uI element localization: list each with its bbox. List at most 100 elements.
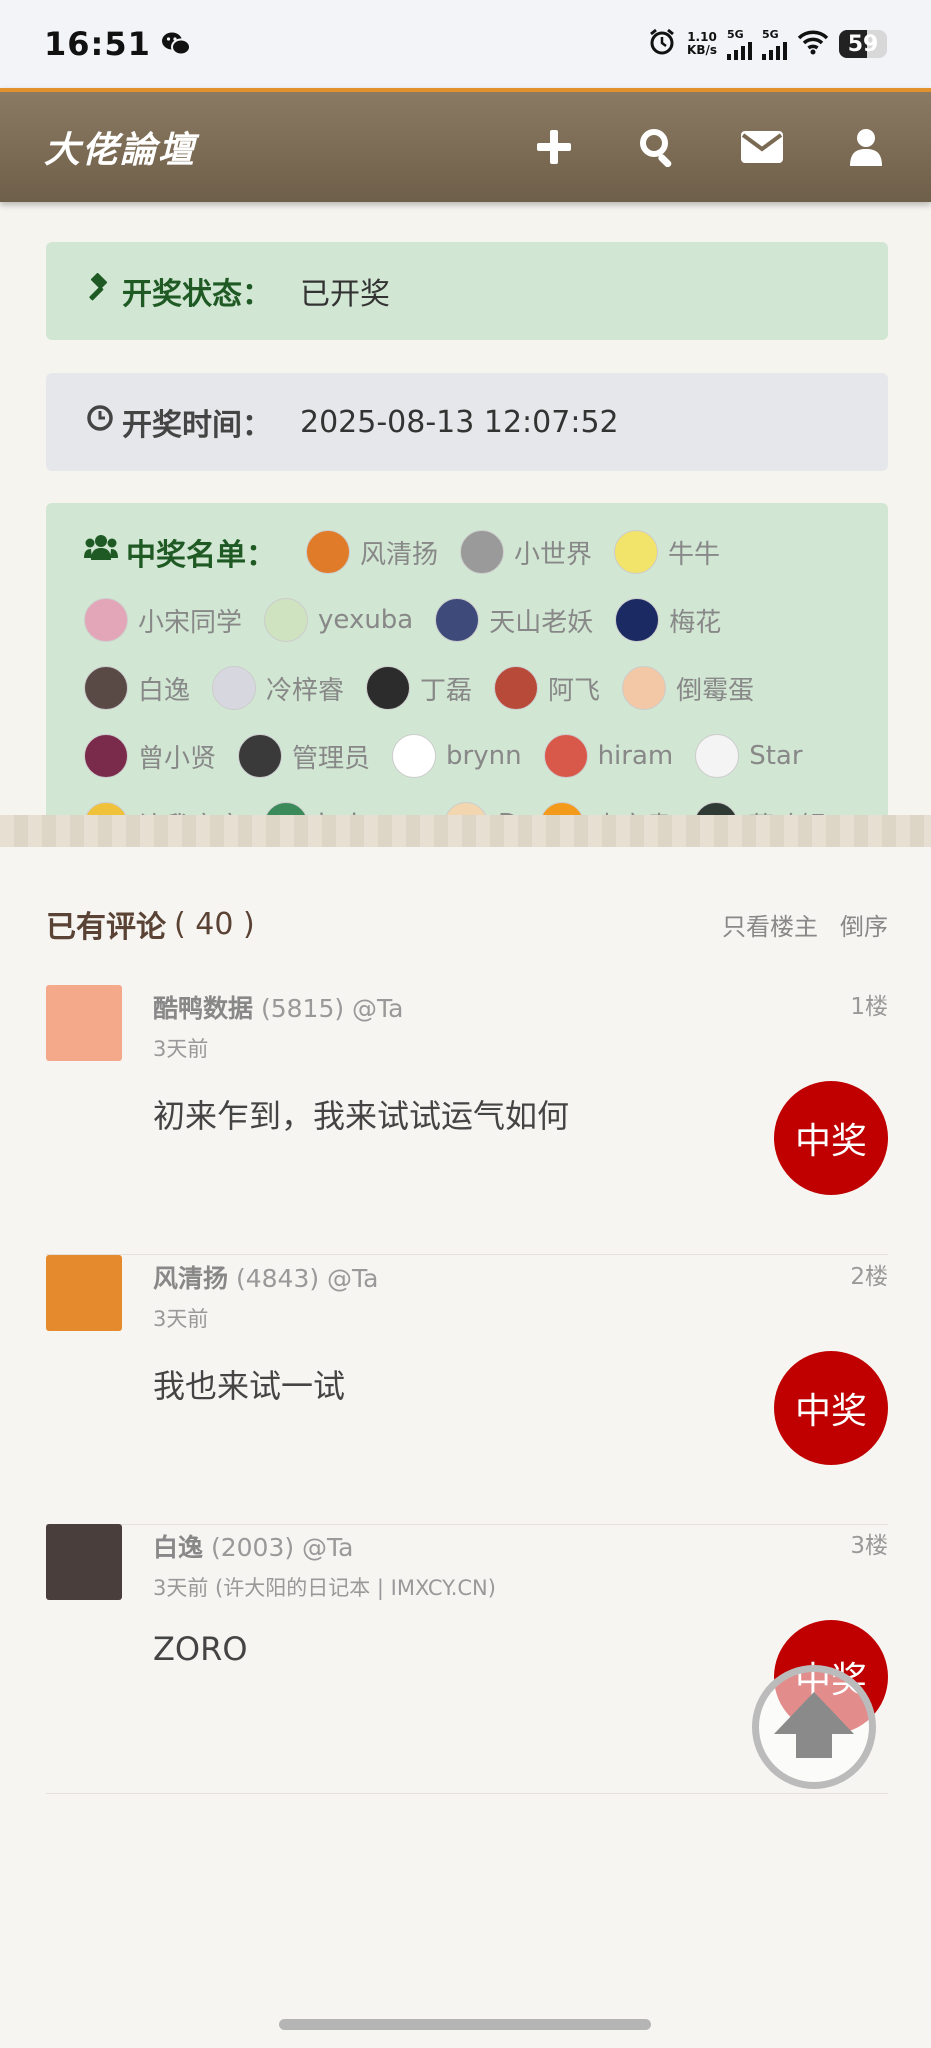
comment-author-meta[interactable]: (2003) @Ta [211, 1533, 354, 1562]
winner-name: 丁磊 [420, 675, 473, 706]
winner-item[interactable]: 冷梓睿 [212, 665, 344, 711]
section-divider [0, 815, 931, 847]
comment-avatar[interactable] [46, 1524, 122, 1600]
comment-time: 3天前 [153, 1307, 209, 1331]
time-value: 2025-08-13 12:07:52 [300, 404, 619, 440]
avatar [615, 598, 660, 642]
gavel-icon [86, 272, 114, 309]
winner-name: 风清扬 [360, 539, 439, 570]
winner-name: 曾小贤 [138, 743, 217, 774]
comment-time: 3天前 (许大阳的日记本 | IMXCY.CN) [153, 1576, 496, 1600]
winner-name: hiram [597, 741, 674, 771]
winner-item[interactable]: 倒霉蛋 [622, 665, 754, 711]
avatar [84, 598, 128, 642]
winner-item[interactable]: 丁磊 [366, 665, 472, 711]
comment-avatar[interactable] [46, 985, 122, 1061]
status-bar: 16:51 1.10 KB/s 5G 5G 59 [0, 0, 931, 88]
comment-author[interactable]: 酷鸭数据 [153, 994, 253, 1023]
avatar [84, 734, 128, 778]
comment-item: 风清扬 (4843) @Ta 3天前 2楼 我也来试一试 中奖 [46, 1255, 888, 1525]
winner-item[interactable]: yexuba [264, 597, 413, 643]
winner-name: 白逸 [138, 675, 191, 706]
avatar [435, 598, 480, 642]
comment-floor: 3楼 [850, 1533, 888, 1559]
comments-section: 已有评论 ( 40 ) 只看楼主 倒序 酷鸭数据 (5815) @Ta 3天前 … [0, 847, 931, 2047]
comment-item: 酷鸭数据 (5815) @Ta 3天前 1楼 初来乍到，我来试试运气如何 中奖 [46, 985, 888, 1255]
comments-title: 已有评论 [46, 910, 166, 945]
winner-item[interactable]: 管理员 [238, 733, 370, 779]
winner-name: 天山老妖 [489, 607, 594, 638]
winner-item[interactable]: brynn [392, 733, 522, 779]
clock-icon [86, 404, 114, 440]
winner-item[interactable]: 阿飞 [494, 665, 600, 711]
comment-time: 3天前 [153, 1037, 209, 1061]
comment-author-meta[interactable]: (4843) @Ta [236, 1264, 379, 1293]
winner-item[interactable]: 风清扬 [306, 529, 438, 575]
avatar [460, 530, 505, 574]
avatar [614, 530, 659, 574]
avatar [84, 666, 128, 710]
winner-item[interactable]: Star [695, 733, 803, 779]
comment-floor: 1楼 [850, 994, 888, 1020]
winner-name: 冷梓睿 [266, 675, 345, 706]
avatar [212, 666, 257, 710]
winner-badge: 中奖 [774, 1081, 888, 1195]
lottery-status-panel: 开奖状态： 已开奖 [46, 242, 888, 340]
signal-bars-icon [727, 40, 752, 60]
status-value: 已开奖 [300, 277, 390, 312]
avatar [622, 666, 667, 710]
sim1-signal: 5G [727, 29, 752, 60]
user-icon[interactable] [845, 126, 887, 168]
avatar [392, 734, 437, 778]
winner-name: 阿飞 [548, 675, 601, 706]
site-logo[interactable]: 大佬論壇 [44, 121, 196, 173]
winner-item[interactable]: 白逸 [84, 665, 190, 711]
avatar [306, 530, 350, 574]
winner-item[interactable]: 天山老妖 [435, 597, 593, 643]
home-indicator[interactable] [279, 2019, 651, 2030]
comment-author[interactable]: 白逸 [153, 1533, 203, 1562]
plus-icon[interactable] [533, 126, 575, 168]
wechat-icon [161, 31, 191, 57]
wifi-icon [797, 29, 829, 59]
avatar [264, 598, 309, 642]
winner-badge: 中奖 [774, 1351, 888, 1465]
sim2-signal: 5G [762, 29, 787, 60]
winner-item[interactable]: 梅花 [615, 597, 721, 643]
winner-name: 小宋同学 [138, 607, 243, 638]
winner-item[interactable]: hiram [543, 733, 674, 779]
reverse-sort-toggle[interactable]: 倒序 [840, 907, 888, 942]
comment-author-meta[interactable]: (5815) @Ta [261, 994, 404, 1023]
winner-item[interactable]: 牛牛 [614, 529, 720, 575]
mail-icon[interactable] [741, 126, 783, 168]
comment-body: ZORO [153, 1630, 248, 1668]
winner-item[interactable]: 小宋同学 [84, 597, 242, 643]
winner-item[interactable]: 小世界 [460, 529, 592, 575]
search-icon[interactable] [637, 126, 679, 168]
alarm-icon [647, 27, 677, 61]
avatar [543, 734, 588, 778]
avatar [238, 734, 283, 778]
comments-count: ( 40 ) [174, 906, 255, 942]
avatar [494, 666, 539, 710]
arrow-up-icon [772, 1690, 856, 1764]
network-speed: 1.10 KB/s [687, 30, 717, 57]
top-navbar: 大佬論壇 [0, 88, 931, 202]
winner-name: 倒霉蛋 [676, 675, 755, 706]
winner-name: brynn [446, 741, 522, 771]
users-icon [84, 534, 118, 570]
winner-name: 小世界 [514, 539, 593, 570]
avatar [366, 666, 411, 710]
only-owner-filter[interactable]: 只看楼主 [722, 907, 818, 942]
comment-body: 初来乍到，我来试试运气如何 [153, 1097, 570, 1135]
comment-author[interactable]: 风清扬 [153, 1264, 228, 1293]
avatar [695, 734, 740, 778]
comment-avatar[interactable] [46, 1255, 122, 1331]
winner-name: 梅花 [669, 607, 722, 638]
status-label: 开奖状态： [122, 277, 272, 312]
clock: 16:51 [44, 25, 151, 63]
scroll-to-top-button[interactable] [752, 1665, 876, 1789]
comment-body: 我也来试一试 [153, 1367, 346, 1405]
winner-item[interactable]: 曾小贤 [84, 733, 216, 779]
winner-name: yexuba [318, 605, 414, 635]
